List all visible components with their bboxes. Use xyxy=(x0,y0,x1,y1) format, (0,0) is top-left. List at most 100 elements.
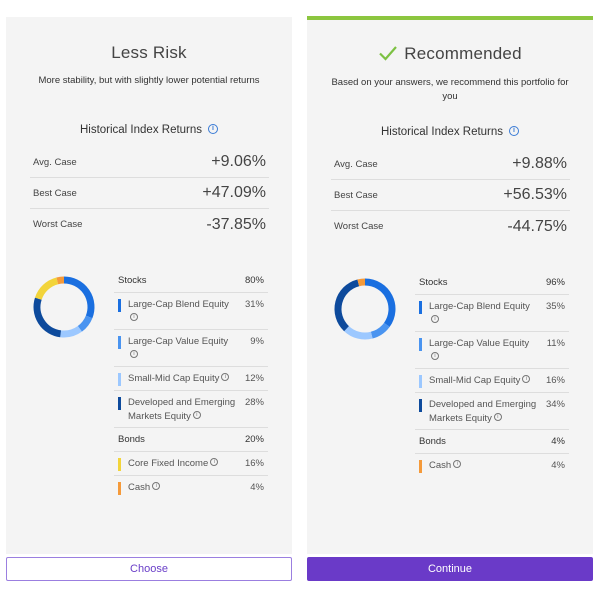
group-pct: 20% xyxy=(244,434,264,445)
info-icon[interactable]: i xyxy=(221,373,230,382)
donut-segment-cash xyxy=(357,278,366,287)
donut-segment-large-cap-blend xyxy=(63,276,95,319)
allocation-item-row: Developed and Emerging Markets Equity i 3… xyxy=(415,393,569,430)
allocation-item-row: Cash i 4% xyxy=(415,454,569,477)
allocation-item-label: Large-Cap Value Equityi xyxy=(128,336,229,358)
color-swatch xyxy=(118,458,121,471)
allocation-item-pct: 4% xyxy=(250,482,264,493)
allocation-item: Cash i xyxy=(118,481,238,495)
allocation-item-label: Large-Cap Value Equityi xyxy=(429,338,530,360)
return-label: Worst Case xyxy=(33,219,83,230)
allocation-item-pct: 9% xyxy=(250,336,264,347)
allocation-item-row: Small-Mid Cap Equity i 12% xyxy=(114,367,268,391)
group-pct: 96% xyxy=(545,277,565,288)
donut-segment-large-cap-value xyxy=(77,315,93,332)
donut-segment-developed-emerging xyxy=(33,297,62,338)
historical-returns-heading: Historical Index Returns i xyxy=(307,125,593,138)
info-icon[interactable]: i xyxy=(152,482,161,491)
donut-segment-large-cap-value xyxy=(370,322,390,339)
info-icon[interactable]: i xyxy=(509,125,520,136)
allocation-item: Small-Mid Cap Equity i xyxy=(118,372,238,386)
card-subtitle: Based on your answers, we recommend this… xyxy=(331,77,569,102)
continue-button[interactable]: Continue xyxy=(307,557,593,581)
info-icon[interactable]: i xyxy=(453,460,462,469)
allocation-group-row: Bonds 4% xyxy=(415,430,569,454)
return-label: Worst Case xyxy=(334,221,384,232)
return-value: +47.09% xyxy=(202,184,266,201)
allocation-item-pct: 16% xyxy=(545,375,565,386)
color-swatch xyxy=(118,482,121,495)
return-value: +56.53% xyxy=(503,186,567,203)
allocation-item: Core Fixed Income i xyxy=(118,457,238,471)
allocation-item-row: Small-Mid Cap Equity i 16% xyxy=(415,369,569,393)
allocation-item-label: Large-Cap Blend Equityi xyxy=(128,299,229,321)
group-label: Stocks xyxy=(419,277,448,288)
return-value: -37.85% xyxy=(206,215,266,233)
allocation-item: Large-Cap Blend Equityi xyxy=(118,298,238,325)
color-swatch xyxy=(419,338,422,351)
checkmark-icon xyxy=(379,45,398,61)
allocation-group-row: Stocks 96% xyxy=(415,271,569,295)
allocation-item: Developed and Emerging Markets Equity i xyxy=(118,396,238,423)
info-icon[interactable]: i xyxy=(192,410,201,419)
group-pct: 80% xyxy=(244,275,264,286)
card-title: Recommended xyxy=(307,44,593,64)
allocation-item-pct: 31% xyxy=(244,299,264,310)
allocation-item: Large-Cap Value Equityi xyxy=(419,337,539,364)
choose-button[interactable]: Choose xyxy=(6,557,292,581)
info-icon[interactable]: i xyxy=(431,314,439,323)
color-swatch xyxy=(118,299,121,312)
allocation-item-pct: 11% xyxy=(546,338,565,349)
info-icon[interactable]: i xyxy=(210,458,219,467)
allocation-item: Cash i xyxy=(419,459,539,473)
donut-segment-large-cap-blend xyxy=(364,278,396,327)
return-row: Best Case +56.53% xyxy=(331,180,570,211)
allocation-item-pct: 16% xyxy=(244,458,264,469)
allocation-item-row: Core Fixed Income i 16% xyxy=(114,452,268,476)
donut-segment-core-fixed-income xyxy=(34,277,59,300)
historical-returns-label: Historical Index Returns xyxy=(79,124,203,136)
return-value: +9.06% xyxy=(211,153,266,170)
return-value: +9.88% xyxy=(512,155,567,172)
info-icon[interactable]: i xyxy=(493,412,502,421)
return-label: Avg. Case xyxy=(334,158,378,170)
group-label: Bonds xyxy=(118,434,145,445)
historical-returns-heading: Historical Index Returns i xyxy=(6,123,292,136)
allocation-item-pct: 35% xyxy=(545,301,565,312)
allocation-list: Stocks 80% Large-Cap Blend Equityi 31% La… xyxy=(114,269,268,499)
info-icon[interactable]: i xyxy=(431,351,439,360)
allocation-item-row: Developed and Emerging Markets Equity i 2… xyxy=(114,391,268,428)
allocation-item-pct: 12% xyxy=(244,373,264,384)
return-row: Avg. Case +9.88% xyxy=(331,149,570,180)
group-label: Stocks xyxy=(118,275,147,286)
info-icon[interactable]: i xyxy=(130,349,138,358)
color-swatch xyxy=(419,375,422,388)
allocation-group-row: Bonds 20% xyxy=(114,428,268,452)
allocation-list: Stocks 96% Large-Cap Blend Equityi 35% La… xyxy=(415,271,569,477)
card-subtitle: More stability, but with slightly lower … xyxy=(38,75,260,86)
return-label: Best Case xyxy=(33,187,77,199)
color-swatch xyxy=(419,460,422,473)
portfolio-card-less-risk: Less Risk More stability, but with sligh… xyxy=(6,17,292,554)
color-swatch xyxy=(419,399,422,412)
info-icon[interactable]: i xyxy=(208,123,219,134)
donut-segment-small-mid-cap xyxy=(344,325,373,340)
allocation-item-row: Cash i 4% xyxy=(114,476,268,499)
return-label: Avg. Case xyxy=(33,156,77,168)
allocation-item-row: Large-Cap Value Equityi 11% xyxy=(415,332,569,369)
group-label: Bonds xyxy=(419,436,446,447)
return-label: Best Case xyxy=(334,189,378,201)
return-row: Best Case +47.09% xyxy=(30,178,269,209)
return-row: Worst Case -44.75% xyxy=(331,211,570,242)
allocation-item-pct: 34% xyxy=(545,399,565,410)
info-icon[interactable]: i xyxy=(130,312,138,321)
allocation-donut-chart xyxy=(33,276,95,338)
color-swatch xyxy=(118,336,121,349)
allocation-item-row: Large-Cap Blend Equityi 35% xyxy=(415,295,569,332)
returns-table: Avg. Case +9.88% Best Case +56.53% Worst Cas… xyxy=(331,149,570,242)
donut-segment-developed-emerging xyxy=(334,279,360,332)
card-title: Less Risk xyxy=(111,43,187,62)
donut-segment-small-mid-cap xyxy=(60,325,82,338)
allocation-item: Small-Mid Cap Equity i xyxy=(419,374,539,388)
info-icon[interactable]: i xyxy=(522,375,531,384)
